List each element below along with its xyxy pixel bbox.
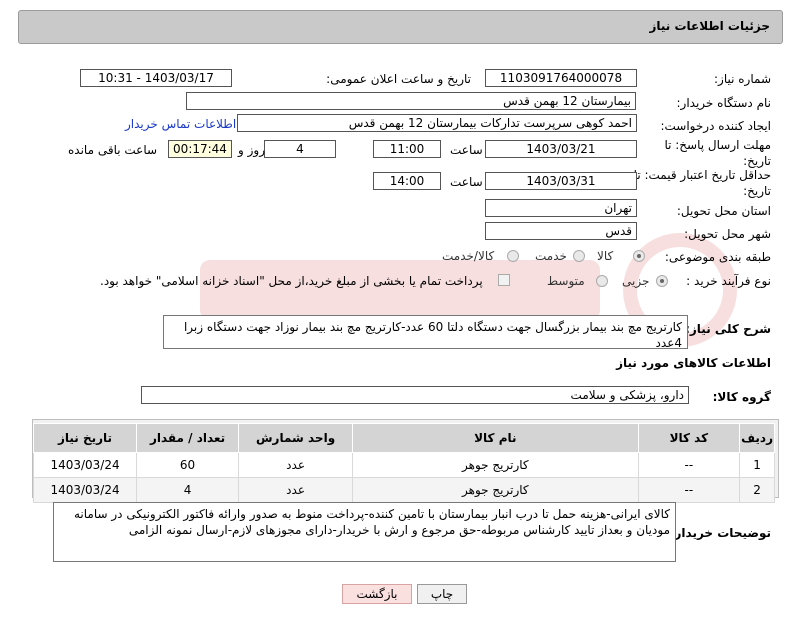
page-title: جزئیات اطلاعات نیاز — [649, 19, 770, 33]
process-option-medium: متوسط — [547, 274, 585, 288]
items-table: ردیف کد کالا نام کالا واحد شمارش تعداد /… — [32, 423, 775, 503]
table-cell: کارتریج جوهر — [352, 452, 639, 478]
category-label: طبقه بندی موضوعی: — [664, 250, 771, 264]
goods-group-label: گروه کالا: — [712, 390, 771, 404]
treasury-payment-checkbox[interactable] — [498, 274, 510, 286]
deadline-label: مهلت ارسال پاسخ: تا تاریخ: — [664, 138, 771, 168]
table-cell: 2 — [739, 477, 775, 503]
table-header: تعداد / مقدار — [136, 423, 240, 453]
category-radio-service[interactable] — [573, 250, 585, 262]
back-button[interactable]: بازگشت — [342, 584, 412, 604]
table-cell: 60 — [136, 452, 240, 478]
validity-time-label: ساعت — [450, 175, 483, 189]
days-remaining: 4 — [264, 140, 336, 158]
announce-value: 1403/03/17 - 10:31 — [80, 69, 232, 87]
category-option-both: کالا/خدمت — [442, 249, 495, 263]
buyer-contact-link[interactable]: اطلاعات تماس خریدار — [125, 117, 236, 131]
creator-value: احمد کوهی سرپرست تدارکات بیمارستان 12 به… — [237, 114, 637, 132]
header-panel: جزئیات اطلاعات نیاز — [18, 10, 783, 44]
table-cell: -- — [637, 452, 741, 478]
category-radio-both[interactable] — [507, 250, 519, 262]
need-number-value: 1103091764000078 — [485, 69, 637, 87]
process-radio-medium[interactable] — [596, 275, 608, 287]
category-option-service: خدمت — [535, 249, 567, 263]
description-label: شرح کلی نیاز: — [685, 322, 771, 336]
buyer-notes-label: توضیحات خریدار: — [669, 526, 771, 540]
table-row: 1 -- کارتریج جوهر عدد 60 1403/03/24 — [32, 452, 775, 478]
table-cell: عدد — [238, 477, 354, 503]
category-radio-goods[interactable] — [633, 250, 645, 262]
table-header: تاریخ نیاز — [32, 423, 138, 453]
city-label: شهر محل تحویل: — [684, 227, 771, 241]
province-value: تهران — [485, 199, 637, 217]
goods-section-title: اطلاعات کالاهای مورد نیاز — [616, 356, 771, 370]
validity-time: 14:00 — [373, 172, 441, 190]
announce-label: تاریخ و ساعت اعلان عمومی: — [326, 72, 471, 86]
table-cell: 1403/03/24 — [32, 477, 138, 503]
buyer-org-label: نام دستگاه خریدار: — [676, 96, 772, 110]
table-header: نام کالا — [352, 423, 639, 453]
deadline-time: 11:00 — [373, 140, 441, 158]
process-label: نوع فرآیند خرید : — [686, 274, 771, 288]
buyer-org-value: بیمارستان 12 بهمن قدس — [186, 92, 636, 110]
description-text: کارتریج مچ بند بیمار بزرگسال جهت دستگاه … — [163, 315, 688, 350]
province-label: استان محل تحویل: — [676, 204, 771, 218]
process-radio-minor[interactable] — [656, 275, 668, 287]
table-cell: 1 — [739, 452, 775, 478]
table-cell: عدد — [238, 452, 354, 478]
deadline-date: 1403/03/21 — [485, 140, 637, 158]
validity-date: 1403/03/31 — [485, 172, 637, 190]
table-cell: -- — [637, 477, 741, 503]
table-header: ردیف — [739, 423, 775, 453]
buyer-notes-text: کالای ایرانی-هزینه حمل تا درب انبار بیما… — [53, 502, 676, 562]
table-header: واحد شمارش — [238, 423, 354, 453]
table-cell: 4 — [136, 477, 240, 503]
deadline-time-label: ساعت — [450, 143, 483, 157]
table-header: کد کالا — [637, 423, 741, 453]
need-number-label: شماره نیاز: — [714, 72, 771, 86]
city-value: قدس — [485, 222, 637, 240]
goods-group-value: دارو، پزشکی و سلامت — [141, 386, 689, 404]
days-and-label: روز و — [238, 143, 265, 157]
creator-label: ایجاد کننده درخواست: — [660, 119, 771, 133]
process-option-minor: جزیی — [622, 274, 650, 288]
table-cell: کارتریج جوهر — [352, 477, 639, 503]
payment-note: پرداخت تمام یا بخشی از مبلغ خرید،از محل … — [100, 274, 483, 288]
print-button[interactable]: چاپ — [417, 584, 467, 604]
validity-label: حداقل تاریخ اعتبار قیمت: تا تاریخ: — [633, 168, 771, 198]
remaining-label: ساعت باقی مانده — [68, 143, 158, 157]
remaining-time: 00:17:44 — [168, 140, 232, 158]
table-row: 2 -- کارتریج جوهر عدد 4 1403/03/24 — [32, 477, 775, 503]
category-option-goods: کالا — [597, 249, 614, 263]
table-cell: 1403/03/24 — [32, 452, 138, 478]
